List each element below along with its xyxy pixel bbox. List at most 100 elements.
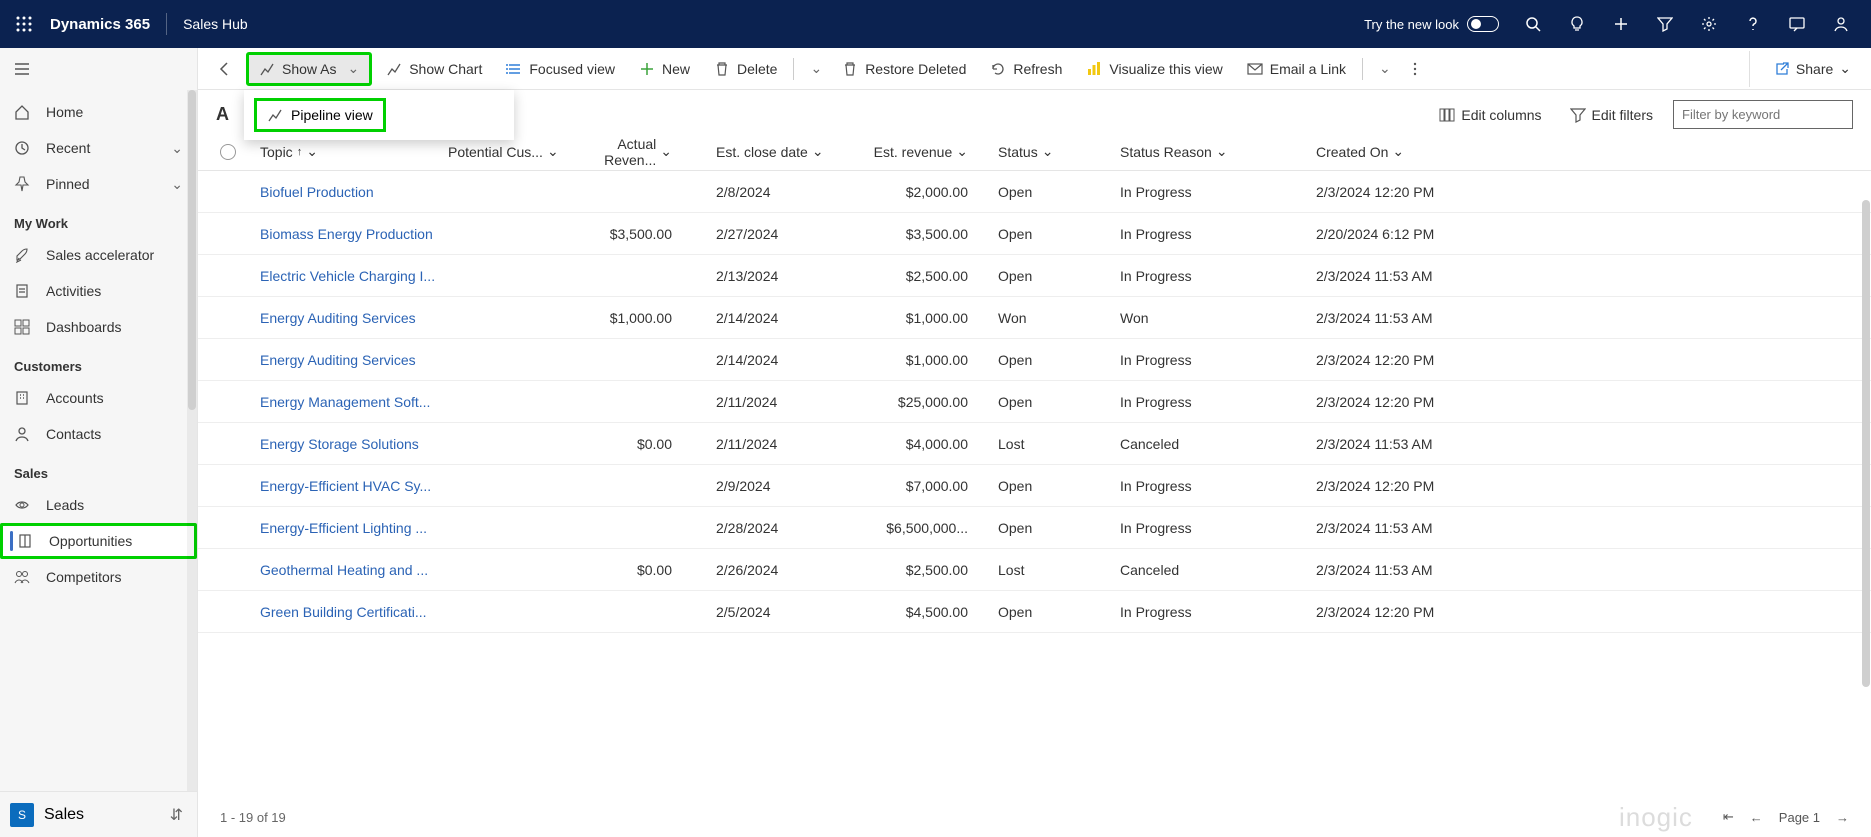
- topic-link[interactable]: Energy Auditing Services: [260, 352, 416, 368]
- sidebar-item-accounts[interactable]: Accounts: [0, 380, 197, 416]
- cell-est-revenue: $2,500.00: [868, 562, 990, 578]
- cmd-label: Email a Link: [1270, 61, 1346, 77]
- column-actual-revenue[interactable]: Actual Reven...⌄: [590, 136, 716, 168]
- next-page-button[interactable]: →: [1836, 810, 1849, 825]
- topic-link[interactable]: Biofuel Production: [260, 184, 374, 200]
- pipeline-view-option[interactable]: Pipeline view: [254, 98, 386, 132]
- email-chevron[interactable]: ⌄: [1369, 52, 1397, 86]
- table-row[interactable]: Geothermal Heating and ... $0.00 2/26/20…: [198, 549, 1871, 591]
- cell-reason: In Progress: [1120, 184, 1316, 200]
- table-row[interactable]: Biofuel Production 2/8/2024 $2,000.00 Op…: [198, 171, 1871, 213]
- column-customer[interactable]: Potential Cus...⌄: [448, 143, 590, 160]
- sidebar-item-home[interactable]: Home: [0, 94, 197, 130]
- sidebar-item-opportunities[interactable]: Opportunities: [0, 523, 197, 559]
- table-row[interactable]: Energy Auditing Services 2/14/2024 $1,00…: [198, 339, 1871, 381]
- table-row[interactable]: Energy Auditing Services $1,000.00 2/14/…: [198, 297, 1871, 339]
- sidebar-item-dashboards[interactable]: Dashboards: [0, 309, 197, 345]
- cell-close-date: 2/14/2024: [716, 310, 868, 326]
- app-launcher-icon[interactable]: [8, 8, 40, 40]
- overflow-button[interactable]: [1401, 52, 1429, 86]
- cell-close-date: 2/27/2024: [716, 226, 868, 242]
- sidebar-item-leads[interactable]: Leads: [0, 487, 197, 523]
- chevron-updown-icon: ⇵: [170, 805, 183, 825]
- sidebar-section-sales: Sales: [0, 452, 197, 487]
- cell-reason: In Progress: [1120, 478, 1316, 494]
- refresh-button[interactable]: Refresh: [980, 52, 1072, 86]
- share-button[interactable]: Share⌄: [1764, 60, 1861, 77]
- restore-deleted-button[interactable]: Restore Deleted: [832, 52, 976, 86]
- first-page-button[interactable]: ⇤: [1723, 809, 1734, 825]
- table-row[interactable]: Green Building Certificati... 2/5/2024 $…: [198, 591, 1871, 633]
- topic-link[interactable]: Energy Management Soft...: [260, 394, 430, 410]
- view-title[interactable]: A: [216, 104, 229, 125]
- lightbulb-icon[interactable]: [1555, 0, 1599, 48]
- user-icon[interactable]: [1819, 0, 1863, 48]
- content-scrollbar[interactable]: [1861, 48, 1871, 837]
- rocket-icon: [14, 247, 30, 263]
- table-row[interactable]: Energy Management Soft... 2/11/2024 $25,…: [198, 381, 1871, 423]
- try-new-look-toggle[interactable]: Try the new look: [1364, 16, 1499, 32]
- app-name[interactable]: Sales Hub: [183, 16, 248, 32]
- trash-restore-icon: [842, 61, 858, 77]
- topic-link[interactable]: Biomass Energy Production: [260, 226, 433, 242]
- table-row[interactable]: Energy-Efficient HVAC Sy... 2/9/2024 $7,…: [198, 465, 1871, 507]
- show-as-button[interactable]: Show As⌄: [246, 52, 372, 86]
- settings-icon[interactable]: [1687, 0, 1731, 48]
- chevron-down-icon: ⌄: [1379, 60, 1391, 77]
- delete-button[interactable]: Delete: [704, 52, 787, 86]
- sidebar-item-recent[interactable]: Recent⌄: [0, 130, 197, 166]
- area-switcher[interactable]: S Sales ⇵: [0, 791, 197, 837]
- sidebar-item-contacts[interactable]: Contacts: [0, 416, 197, 452]
- cell-close-date: 2/13/2024: [716, 268, 868, 284]
- new-button[interactable]: New: [629, 52, 700, 86]
- edit-columns-button[interactable]: Edit columns: [1431, 107, 1549, 123]
- table-row[interactable]: Energy Storage Solutions $0.00 2/11/2024…: [198, 423, 1871, 465]
- filter-keyword-input[interactable]: [1673, 100, 1853, 129]
- sidebar-item-sales-accelerator[interactable]: Sales accelerator: [0, 237, 197, 273]
- sidebar-item-pinned[interactable]: Pinned⌄: [0, 166, 197, 202]
- global-nav: Dynamics 365 Sales Hub Try the new look: [0, 0, 1871, 48]
- topic-link[interactable]: Energy Auditing Services: [260, 310, 416, 326]
- prev-page-button[interactable]: ←: [1750, 810, 1763, 825]
- focused-view-button[interactable]: Focused view: [496, 52, 625, 86]
- mail-icon: [1247, 61, 1263, 77]
- back-button[interactable]: [208, 52, 242, 86]
- sidebar-scrollbar[interactable]: [187, 90, 197, 791]
- delete-chevron[interactable]: ⌄: [800, 52, 828, 86]
- chat-icon[interactable]: [1775, 0, 1819, 48]
- grid: Topic↑⌄ Potential Cus...⌄ Actual Reven..…: [198, 133, 1871, 797]
- hamburger-button[interactable]: [0, 48, 197, 90]
- column-est-close-date[interactable]: Est. close date⌄: [716, 143, 868, 160]
- sidebar-item-competitors[interactable]: Competitors: [0, 559, 197, 595]
- separator: [1362, 58, 1363, 80]
- help-icon[interactable]: [1731, 0, 1775, 48]
- topic-link[interactable]: Green Building Certificati...: [260, 604, 427, 620]
- topic-link[interactable]: Geothermal Heating and ...: [260, 562, 428, 578]
- column-topic[interactable]: Topic↑⌄: [252, 143, 448, 160]
- chevron-down-icon: ⌄: [1216, 143, 1228, 160]
- topic-link[interactable]: Energy Storage Solutions: [260, 436, 419, 452]
- table-row[interactable]: Biomass Energy Production $3,500.00 2/27…: [198, 213, 1871, 255]
- column-est-revenue[interactable]: Est. revenue⌄: [868, 143, 990, 160]
- column-status[interactable]: Status⌄: [990, 143, 1120, 160]
- cell-close-date: 2/9/2024: [716, 478, 868, 494]
- table-row[interactable]: Electric Vehicle Charging I... 2/13/2024…: [198, 255, 1871, 297]
- filter-icon[interactable]: [1643, 0, 1687, 48]
- select-all-checkbox[interactable]: [198, 144, 252, 160]
- sidebar-item-activities[interactable]: Activities: [0, 273, 197, 309]
- email-link-button[interactable]: Email a Link: [1237, 52, 1356, 86]
- cmd-label: Refresh: [1013, 61, 1062, 77]
- search-icon[interactable]: [1511, 0, 1555, 48]
- sidebar-label: Contacts: [46, 426, 101, 442]
- person-icon: [14, 426, 30, 442]
- visualize-button[interactable]: Visualize this view: [1076, 52, 1232, 86]
- show-chart-button[interactable]: Show Chart: [376, 52, 492, 86]
- topic-link[interactable]: Energy-Efficient Lighting ...: [260, 520, 427, 536]
- plus-icon[interactable]: [1599, 0, 1643, 48]
- topic-link[interactable]: Electric Vehicle Charging I...: [260, 268, 435, 284]
- table-row[interactable]: Energy-Efficient Lighting ... 2/28/2024 …: [198, 507, 1871, 549]
- topic-link[interactable]: Energy-Efficient HVAC Sy...: [260, 478, 431, 494]
- edit-filters-button[interactable]: Edit filters: [1562, 107, 1661, 123]
- column-created-on[interactable]: Created On⌄: [1316, 143, 1506, 160]
- column-status-reason[interactable]: Status Reason⌄: [1120, 143, 1316, 160]
